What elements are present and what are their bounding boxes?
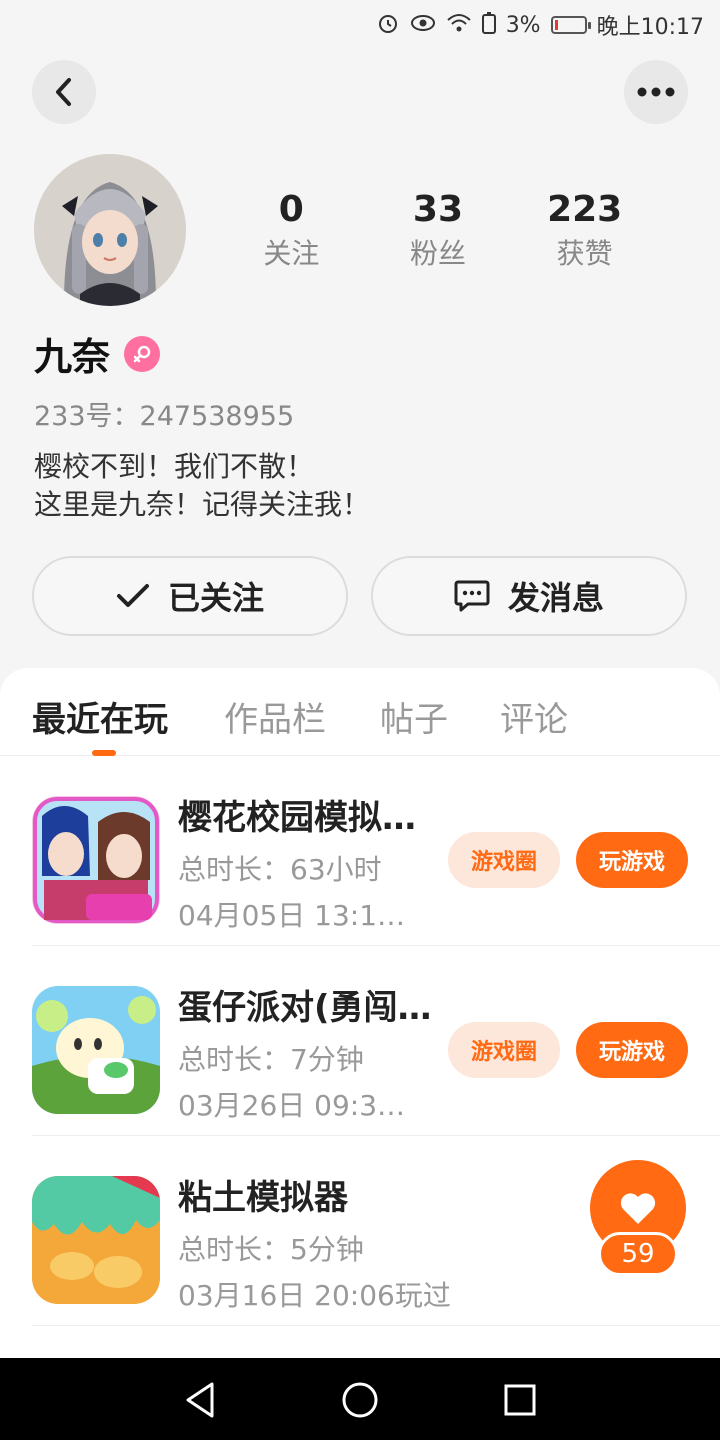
- chat-bubble-icon: [454, 580, 490, 612]
- game-last-played: 03月16日 20:06玩过: [178, 1279, 451, 1312]
- game-circle-button[interactable]: 游戏圈: [448, 1022, 560, 1078]
- game-title: 粘土模拟器: [178, 1178, 348, 1218]
- play-game-button[interactable]: 玩游戏: [576, 832, 688, 888]
- like-float-button[interactable]: 59: [576, 1160, 688, 1280]
- status-bar: 3% 晚上10:17: [0, 0, 720, 50]
- chevron-left-icon: [56, 78, 71, 106]
- game-icon[interactable]: [32, 796, 160, 924]
- game-circle-button[interactable]: 游戏圈: [448, 832, 560, 888]
- user-id: 233号：247538955: [34, 401, 295, 432]
- tab-comments[interactable]: 评论: [500, 692, 568, 741]
- send-message-button[interactable]: 发消息: [371, 556, 687, 636]
- game-icon[interactable]: [32, 986, 160, 1114]
- back-triangle-icon[interactable]: [178, 1378, 222, 1422]
- game-duration: 总时长：63小时: [178, 853, 382, 886]
- stat-value: 0: [278, 189, 304, 230]
- stat-value: 223: [547, 189, 623, 230]
- system-nav-bar: [0, 1358, 720, 1440]
- name-row: 九奈: [34, 326, 161, 381]
- battery-percent: 3%: [505, 12, 541, 38]
- profile-stats: 0 关注 33 粉丝 223 获赞: [218, 186, 658, 274]
- alarm-icon: [376, 11, 400, 40]
- followed-button[interactable]: 已关注: [32, 556, 348, 636]
- game-title: 蛋仔派对(勇闯派对岛): [178, 988, 438, 1028]
- female-icon: [124, 335, 161, 372]
- game-row[interactable]: 蛋仔派对(勇闯派对岛) 总时长：7分钟 03月26日 09:33玩过 游戏圈 玩…: [32, 946, 720, 1136]
- bio: 樱校不到！我们不散！ 这里是九奈！记得关注我！: [34, 448, 370, 524]
- tab-bar: 最近在玩 作品栏 帖子 评论: [0, 668, 720, 756]
- more-dots-icon: [637, 87, 675, 97]
- stat-fans[interactable]: 33 粉丝: [368, 186, 508, 274]
- tab-works[interactable]: 作品栏: [224, 692, 326, 741]
- stat-label: 粉丝: [409, 237, 466, 270]
- eye-icon: [410, 13, 436, 38]
- profile-name: 九奈: [34, 335, 111, 379]
- stat-following[interactable]: 0 关注: [221, 186, 361, 274]
- stat-label: 获赞: [556, 237, 613, 270]
- stat-likes[interactable]: 223 获赞: [515, 186, 655, 274]
- game-title: 樱花校园模拟器(测试版): [178, 798, 438, 838]
- battery-saver-icon: [481, 11, 496, 39]
- wifi-icon: [446, 12, 472, 39]
- stat-label: 关注: [263, 237, 320, 270]
- tab-posts[interactable]: 帖子: [380, 692, 448, 741]
- check-icon: [116, 584, 149, 607]
- bio-line: 这里是九奈！记得关注我！: [34, 488, 371, 521]
- game-last-played: 04月05日 13:18玩过: [178, 899, 418, 932]
- bio-line: 樱校不到！我们不散！: [34, 450, 315, 483]
- tab-recent-played[interactable]: 最近在玩: [32, 692, 168, 741]
- more-button[interactable]: [624, 60, 688, 124]
- like-count: 59: [598, 1232, 678, 1276]
- game-row[interactable]: 樱花校园模拟器(测试版) 总时长：63小时 04月05日 13:18玩过 游戏圈…: [32, 756, 720, 946]
- game-icon[interactable]: [32, 1176, 160, 1304]
- send-message-label: 发消息: [507, 579, 604, 617]
- home-circle-icon[interactable]: [338, 1378, 382, 1422]
- back-button[interactable]: [32, 60, 96, 124]
- stat-value: 33: [412, 189, 464, 230]
- game-last-played: 03月26日 09:33玩过: [178, 1089, 418, 1122]
- recents-square-icon[interactable]: [498, 1378, 542, 1422]
- avatar[interactable]: [34, 154, 186, 306]
- battery-icon: [550, 16, 591, 34]
- followed-label: 已关注: [167, 579, 264, 617]
- play-game-button[interactable]: 玩游戏: [576, 1022, 688, 1078]
- status-time: 晚上10:17: [596, 15, 704, 40]
- game-duration: 总时长：5分钟: [178, 1233, 364, 1266]
- game-duration: 总时长：7分钟: [178, 1043, 364, 1076]
